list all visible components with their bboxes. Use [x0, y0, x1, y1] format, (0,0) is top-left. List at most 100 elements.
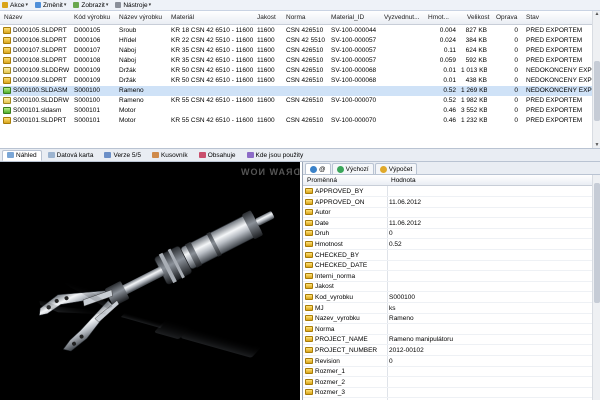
- property-row[interactable]: APPROVED_ON 11.06.2012: [303, 197, 593, 208]
- tab-config[interactable]: @: [305, 163, 331, 174]
- col-header-checked[interactable]: Vyzvednut...: [384, 14, 420, 21]
- property-name: Druh: [315, 230, 330, 238]
- tab-default-label: Výchozí: [345, 165, 369, 173]
- table-row[interactable]: S000101.SLDPRT S000101 Motor KR 55 ČSN 42 6…: [0, 116, 592, 126]
- property-icon: [305, 378, 313, 385]
- property-row[interactable]: CHECKED_DATE: [303, 260, 593, 272]
- property-row[interactable]: Jakost: [303, 281, 593, 293]
- property-value[interactable]: 11.06.2012: [389, 199, 421, 206]
- cell-grade: 11600: [257, 37, 275, 44]
- part-file-icon: [3, 27, 11, 34]
- property-row[interactable]: CHECKED_BY: [303, 250, 593, 261]
- table-row[interactable]: D000106.SLDPRT D000106 Hřídel KR 22 ČSN 42 …: [0, 36, 592, 46]
- tab-calc[interactable]: Výpočet: [374, 163, 418, 174]
- col-header-fix[interactable]: Oprava: [496, 14, 517, 21]
- property-row[interactable]: Norma: [303, 324, 593, 335]
- table-row[interactable]: S000100.SLDASM S000100 Rameno 0.52 1 269 KB 0…: [0, 86, 600, 96]
- property-row[interactable]: Date 11.06.2012: [303, 218, 593, 229]
- property-value[interactable]: Rameno manipulátoru: [389, 336, 453, 343]
- tab-default[interactable]: Výchozí: [331, 163, 374, 174]
- props-col-value[interactable]: Hodnota: [391, 177, 416, 184]
- property-row[interactable]: Interni_norma: [303, 271, 593, 282]
- col-header-size[interactable]: Velikost: [467, 14, 489, 21]
- col-header-mass[interactable]: Hmot...: [428, 14, 449, 21]
- property-row[interactable]: PROJECT_NAME Rameno manipulátoru: [303, 334, 593, 346]
- scroll-thumb[interactable]: [594, 61, 600, 121]
- tab-contains[interactable]: Obsahuje: [194, 150, 241, 161]
- property-icon: [305, 315, 313, 322]
- property-row[interactable]: Rozmer_1: [303, 366, 593, 378]
- col-header-matid[interactable]: Material_ID: [331, 14, 364, 21]
- property-name: PROJECT_NAME: [315, 336, 368, 344]
- menu-nastroje-label: Nástroje: [123, 1, 148, 9]
- cell-fix: 0: [514, 87, 518, 94]
- preview-pane[interactable]: DRAW NOW: [0, 162, 300, 400]
- cell-size: 624 KB: [465, 47, 487, 54]
- col-header-code[interactable]: Kód výrobku: [74, 14, 110, 21]
- props-scroll-thumb[interactable]: [594, 183, 600, 303]
- col-header-product[interactable]: Název výrobku: [119, 14, 162, 21]
- property-value[interactable]: 0: [389, 230, 393, 237]
- scroll-up-icon[interactable]: ▲: [594, 11, 600, 17]
- cell-size: 1 013 KB: [461, 67, 487, 74]
- property-value[interactable]: 0: [389, 358, 393, 365]
- tab-where-used[interactable]: Kde jsou použity: [242, 150, 309, 161]
- col-header-grade[interactable]: Jakost: [257, 14, 276, 21]
- property-value[interactable]: Rameno: [389, 315, 414, 322]
- tab-bom[interactable]: Kusovník: [147, 150, 193, 161]
- property-row[interactable]: Rozmer_2: [303, 377, 593, 388]
- props-col-name[interactable]: Proměnná: [307, 177, 337, 184]
- actions-icon: [2, 2, 8, 8]
- property-row[interactable]: Hmotnost 0.52: [303, 239, 593, 250]
- property-row[interactable]: Kod_vyrobku S000100: [303, 292, 593, 303]
- cell-mass: 0.46: [443, 107, 456, 114]
- menu-zobrazit[interactable]: Zobrazit ▾: [73, 2, 108, 9]
- cell-product: Náboj: [119, 57, 136, 64]
- property-row[interactable]: MJ ks: [303, 303, 593, 314]
- table-row[interactable]: S000100.SLDDRW S000100 Rameno KR 55 ČSN 42 …: [0, 96, 592, 106]
- tab-config-label: @: [319, 165, 326, 173]
- menu-nastroje[interactable]: Nástroje ▾: [115, 2, 151, 9]
- table-row[interactable]: D000109.SLDPRT D000109 Držák KR 50 ČSN 42 6…: [0, 76, 600, 86]
- property-row[interactable]: Rozmer_3: [303, 387, 593, 399]
- tab-datacard[interactable]: Datová karta: [43, 150, 99, 161]
- cell-material: KR 18 ČSN 42 6510 - 11600: [171, 27, 254, 34]
- property-value[interactable]: 0.52: [389, 241, 402, 248]
- property-value[interactable]: 11.06.2012: [389, 220, 421, 227]
- grid-scrollbar[interactable]: ▲ ▼: [592, 11, 600, 148]
- menu-zmenit[interactable]: Změnit ▾: [34, 1, 66, 9]
- table-row[interactable]: D000105.SLDPRT D000105 Šroub KR 18 ČSN 42 6…: [0, 26, 592, 36]
- col-header-state[interactable]: Stav: [526, 14, 539, 21]
- property-row[interactable]: APPROVED_BY: [303, 186, 593, 197]
- property-value[interactable]: 2012-00102: [389, 347, 424, 354]
- cell-mass: 0.52: [443, 87, 456, 94]
- cell-mat_id: SV-100-000070: [331, 117, 377, 124]
- cell-norm: ČSN 426510: [286, 77, 324, 84]
- cell-mass: 0.004: [439, 27, 456, 34]
- table-row[interactable]: D000109.SLDDRW D000109 Držák KR 50 ČSN 42 6…: [0, 66, 600, 76]
- chevron-down-icon: ▾: [105, 2, 109, 8]
- property-row[interactable]: PROJECT_NUMBER 2012-00102: [303, 345, 593, 356]
- cell-mass: 0.11: [443, 47, 456, 54]
- props-scrollbar[interactable]: [592, 175, 600, 400]
- property-value[interactable]: ks: [389, 305, 396, 312]
- menu-zmenit-label: Změnit: [42, 1, 63, 9]
- tab-preview[interactable]: Náhled: [2, 149, 42, 161]
- cell-mass: 0.059: [439, 57, 456, 64]
- property-name: CHECKED_DATE: [315, 262, 368, 270]
- property-icon: [305, 241, 313, 247]
- property-row[interactable]: Revision 0: [303, 356, 593, 367]
- col-header-material[interactable]: Materiál: [171, 14, 194, 21]
- table-row[interactable]: D000108.SLDPRT D000108 Náboj KR 35 ČSN 42 6…: [0, 56, 592, 66]
- menu-akce[interactable]: Akce ▾: [2, 2, 28, 9]
- tab-version[interactable]: Verze 5/5: [99, 150, 145, 161]
- property-row[interactable]: Nazev_vyrobku Rameno: [303, 313, 593, 325]
- property-row[interactable]: Druh 0: [303, 228, 593, 240]
- property-row[interactable]: Autor: [303, 207, 593, 219]
- table-row[interactable]: D000107.SLDPRT D000107 Náboj KR 35 ČSN 42 6…: [0, 46, 592, 56]
- property-value[interactable]: S000100: [389, 294, 415, 301]
- col-header-name[interactable]: Název: [4, 14, 22, 21]
- table-row[interactable]: S000101.sldasm S000101 Motor 0.46 3 552 KB 0 P…: [0, 106, 592, 116]
- part-file-icon: [3, 57, 11, 64]
- col-header-norm[interactable]: Norma: [286, 14, 306, 21]
